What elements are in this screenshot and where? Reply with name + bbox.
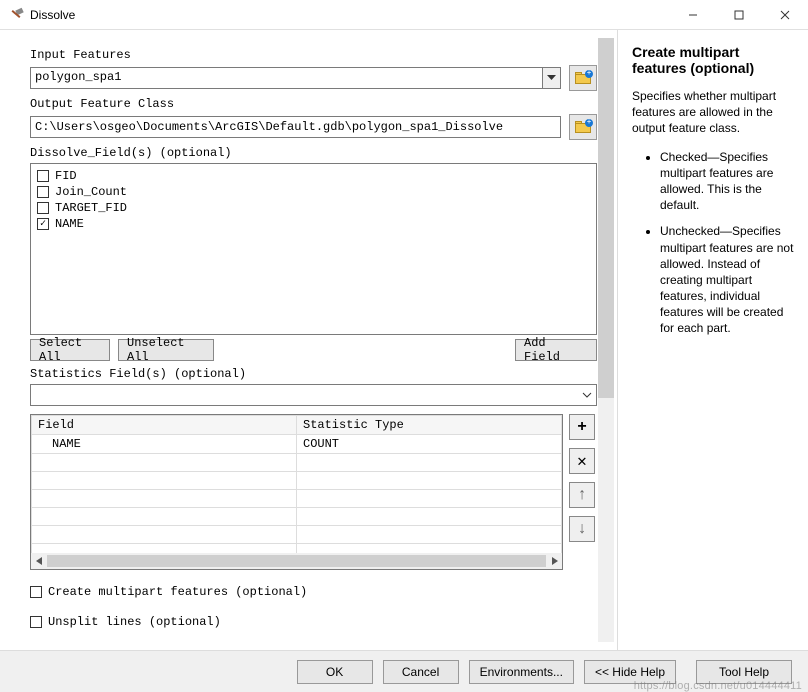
arrow-up-icon: ↑ (577, 486, 587, 504)
grid-horizontal-scrollbar[interactable] (31, 553, 562, 569)
cell-field: NAME (32, 435, 297, 454)
cancel-button[interactable]: Cancel (383, 660, 459, 684)
input-features-value[interactable]: polygon_spa1 (30, 67, 543, 89)
remove-row-button[interactable]: ✕ (569, 448, 595, 474)
browse-input-button[interactable]: + (569, 65, 597, 91)
stats-field-select[interactable] (30, 384, 597, 406)
field-row[interactable]: ✓ NAME (37, 216, 590, 232)
environments-button[interactable]: Environments... (469, 660, 574, 684)
minimize-button[interactable] (670, 0, 716, 30)
table-row[interactable]: NAMECOUNT (32, 435, 562, 454)
folder-open-icon: + (575, 121, 591, 133)
col-field: Field (32, 416, 297, 435)
field-name: NAME (55, 217, 84, 231)
output-label: Output Feature Class (30, 97, 597, 111)
maximize-button[interactable] (716, 0, 762, 30)
ok-button[interactable]: OK (297, 660, 373, 684)
field-checkbox[interactable] (37, 186, 49, 198)
move-up-button[interactable]: ↑ (569, 482, 595, 508)
help-paragraph: Specifies whether multipart features are… (632, 88, 794, 137)
field-name: FID (55, 169, 77, 183)
scroll-left-icon[interactable] (31, 553, 47, 569)
window-title: Dissolve (30, 8, 670, 22)
plus-icon: + (577, 418, 587, 436)
help-bullet-unchecked: Unchecked—Specifies multipart features a… (660, 223, 794, 336)
close-button[interactable] (762, 0, 808, 30)
unsplit-checkbox[interactable] (30, 616, 42, 628)
folder-open-icon: + (575, 72, 591, 84)
select-all-button[interactable]: Select All (30, 339, 110, 361)
arrow-down-icon: ↓ (577, 520, 587, 538)
help-title: Create multipart features (optional) (632, 44, 794, 76)
scroll-right-icon[interactable] (546, 553, 562, 569)
field-row[interactable]: TARGET_FID (37, 200, 590, 216)
dissolve-fields-list[interactable]: FID Join_Count TARGET_FID ✓ NAME (30, 163, 597, 335)
stats-grid[interactable]: Field Statistic Type NAMECOUNT (30, 414, 563, 570)
multipart-label: Create multipart features (optional) (48, 585, 307, 599)
field-name: TARGET_FID (55, 201, 127, 215)
watermark: https://blog.csdn.net/u014444411 (634, 680, 802, 692)
hammer-icon (8, 7, 24, 23)
unselect-all-button[interactable]: Unselect All (118, 339, 214, 361)
input-features-combo[interactable]: polygon_spa1 (30, 67, 561, 89)
help-bullet-checked: Checked—Specifies multipart features are… (660, 149, 794, 214)
input-features-label: Input Features (30, 48, 597, 62)
field-row[interactable]: Join_Count (37, 184, 590, 200)
add-row-button[interactable]: + (569, 414, 595, 440)
x-icon: ✕ (577, 451, 587, 471)
move-down-button[interactable]: ↓ (569, 516, 595, 542)
field-name: Join_Count (55, 185, 127, 199)
multipart-checkbox[interactable] (30, 586, 42, 598)
field-checkbox[interactable] (37, 170, 49, 182)
output-path-input[interactable] (30, 116, 561, 138)
col-type: Statistic Type (297, 416, 562, 435)
dissolve-fields-label: Dissolve_Field(s) (optional) (30, 146, 597, 160)
chevron-down-icon (582, 392, 592, 398)
field-row[interactable]: FID (37, 168, 590, 184)
field-checkbox[interactable] (37, 202, 49, 214)
left-scrollbar[interactable] (598, 38, 614, 642)
field-checkbox[interactable]: ✓ (37, 218, 49, 230)
cell-type: COUNT (297, 435, 562, 454)
add-field-button[interactable]: Add Field (515, 339, 597, 361)
stats-label: Statistics Field(s) (optional) (30, 367, 597, 381)
unsplit-label: Unsplit lines (optional) (48, 615, 221, 629)
browse-output-button[interactable]: + (569, 114, 597, 140)
chevron-down-icon[interactable] (543, 67, 561, 89)
